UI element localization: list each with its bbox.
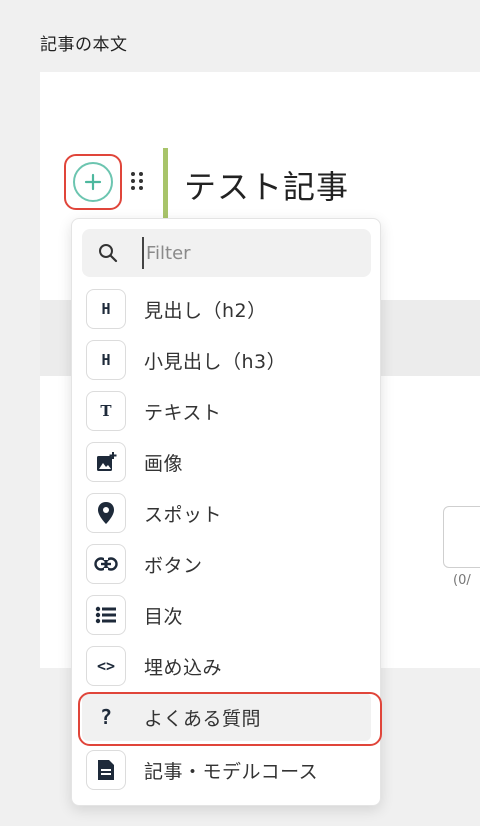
add-block-highlight [64, 154, 122, 210]
menu-item-spot[interactable]: スポット [82, 489, 371, 537]
heading-icon: H [86, 289, 126, 329]
menu-item-label: ボタン [144, 554, 203, 577]
faq-highlight [78, 692, 382, 746]
menu-item-heading-h2[interactable]: H 見出し（h2） [82, 285, 371, 333]
add-block-button[interactable] [73, 162, 113, 202]
section-label: 記事の本文 [40, 35, 128, 55]
drag-handle-icon[interactable] [130, 170, 144, 192]
side-char-count: (0/ [453, 573, 471, 588]
menu-item-subheading-h3[interactable]: H 小見出し（h3） [82, 336, 371, 384]
menu-item-button[interactable]: ボタン [82, 540, 371, 588]
filter-input[interactable] [142, 237, 362, 269]
menu-item-label: 埋め込み [144, 656, 223, 679]
menu-item-label: 画像 [144, 452, 184, 475]
plus-icon [84, 173, 102, 191]
menu-item-label: スポット [144, 503, 223, 526]
filter-box [82, 229, 371, 277]
article-title[interactable]: テスト記事 [184, 162, 349, 208]
subheading-icon: H [86, 340, 126, 380]
link-icon [86, 544, 126, 584]
side-input-box[interactable] [443, 506, 480, 568]
search-icon [99, 244, 118, 263]
image-add-icon [86, 442, 126, 482]
code-icon: <> [86, 646, 126, 686]
menu-item-image[interactable]: 画像 [82, 438, 371, 486]
menu-item-label: 小見出し（h3） [144, 350, 287, 373]
menu-item-text[interactable]: T テキスト [82, 387, 371, 435]
menu-item-label: テキスト [144, 401, 222, 424]
menu-item-toc[interactable]: 目次 [82, 591, 371, 639]
text-icon: T [86, 391, 126, 431]
map-pin-icon [86, 493, 126, 533]
list-icon [86, 595, 126, 635]
menu-item-embed[interactable]: <> 埋め込み [82, 642, 371, 690]
menu-item-label: 記事・モデルコース [144, 760, 319, 783]
menu-item-label: 見出し（h2） [144, 299, 267, 322]
document-icon [86, 750, 126, 790]
menu-item-article-course[interactable]: 記事・モデルコース [82, 746, 371, 794]
title-accent-bar [163, 148, 168, 218]
menu-item-label: 目次 [144, 605, 184, 628]
